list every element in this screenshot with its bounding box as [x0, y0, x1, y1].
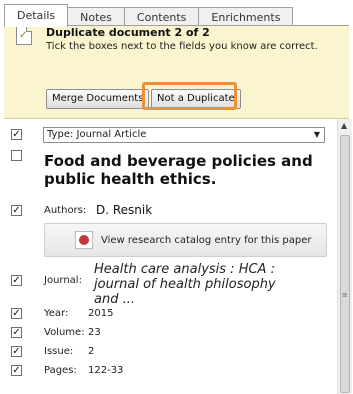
type-checkbox[interactable]: ✓ — [11, 129, 22, 140]
scroll-grip-icon: ≡ — [342, 291, 348, 299]
tab-bar: Details Notes Contents Enrichments — [4, 4, 294, 27]
authors-label: Authors: — [44, 205, 87, 216]
journal-label: Journal: — [44, 275, 82, 286]
year-value[interactable]: 2015 — [88, 308, 113, 319]
scroll-up-icon[interactable]: ▲ — [341, 121, 347, 130]
journal-value[interactable]: Health care analysis : HCA : journal of … — [94, 262, 304, 307]
volume-checkbox[interactable]: ✓ — [11, 327, 22, 338]
issue-value[interactable]: 2 — [88, 346, 94, 357]
notice-description: Tick the boxes next to the fields you kn… — [46, 41, 318, 52]
volume-label: Volume: — [44, 327, 85, 338]
dropdown-arrow-icon: ▼ — [313, 130, 320, 139]
tab-details[interactable]: Details — [4, 4, 69, 27]
issue-checkbox[interactable]: ✓ — [11, 346, 22, 357]
pages-label: Pages: — [44, 365, 77, 376]
tab-enrichments[interactable]: Enrichments — [198, 7, 294, 27]
tab-contents[interactable]: Contents — [123, 7, 200, 27]
year-label: Year: — [44, 308, 69, 319]
journal-checkbox[interactable]: ✓ — [11, 275, 22, 286]
type-label: Type: — [47, 129, 74, 140]
vertical-scrollbar[interactable]: ▲ ≡ — [337, 119, 352, 394]
research-catalog-button[interactable]: View research catalog entry for this pap… — [44, 223, 327, 257]
pages-value[interactable]: 122-33 — [88, 365, 123, 376]
document-check-icon — [16, 26, 32, 45]
title-checkbox[interactable] — [11, 150, 22, 161]
research-catalog-icon — [75, 231, 93, 249]
volume-value[interactable]: 23 — [88, 327, 101, 338]
scroll-thumb[interactable]: ≡ — [340, 135, 350, 393]
type-select[interactable]: Type: Journal Article ▼ — [43, 127, 325, 143]
pages-checkbox[interactable]: ✓ — [11, 365, 22, 376]
authors-value[interactable]: D. Resnik — [96, 203, 152, 217]
research-catalog-label: View research catalog entry for this pap… — [101, 235, 312, 246]
tab-notes[interactable]: Notes — [67, 7, 125, 27]
highlight-box — [142, 82, 237, 110]
document-title[interactable]: Food and beverage policies and public he… — [44, 152, 324, 188]
merge-documents-button[interactable]: Merge Documents — [46, 89, 150, 109]
notice-title: Duplicate document 2 of 2 — [46, 26, 210, 39]
authors-checkbox[interactable]: ✓ — [11, 205, 22, 216]
type-value: Journal Article — [76, 129, 147, 140]
year-checkbox[interactable]: ✓ — [11, 308, 22, 319]
issue-label: Issue: — [44, 346, 74, 357]
